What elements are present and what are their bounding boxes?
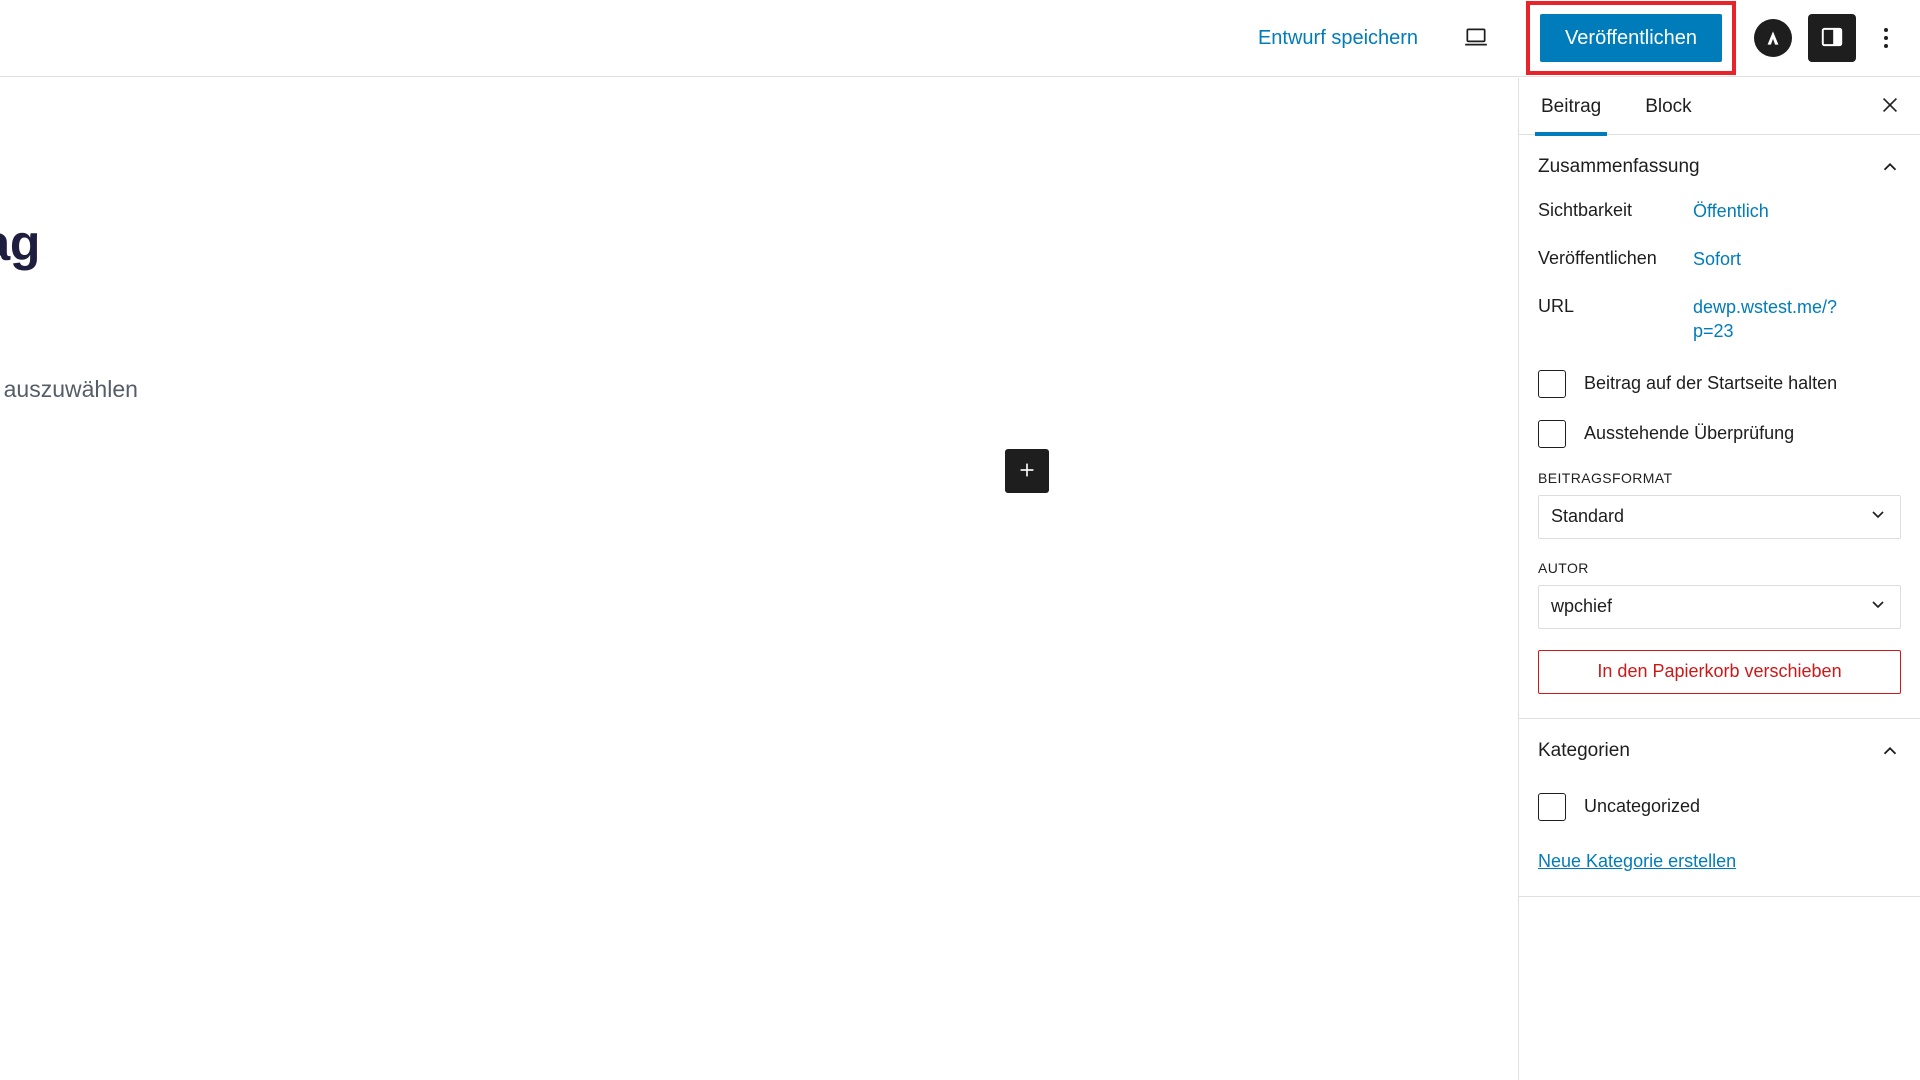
sidebar-tab-bar: Beitrag Block <box>1519 78 1920 136</box>
more-options-button[interactable] <box>1866 14 1906 62</box>
pending-review-row: Ausstehende Überprüfung <box>1538 419 1901 448</box>
sticky-post-checkbox[interactable] <box>1538 369 1566 398</box>
sticky-post-label[interactable]: Beitrag auf der Startseite halten <box>1584 373 1837 394</box>
pending-review-label[interactable]: Ausstehende Überprüfung <box>1584 423 1794 444</box>
categories-panel-header[interactable]: Kategorien <box>1538 719 1901 783</box>
add-block-button[interactable] <box>1005 449 1049 493</box>
post-title-field[interactable]: t Beitrag <box>0 213 940 273</box>
summary-panel-title: Zusammenfassung <box>1538 156 1700 177</box>
laptop-preview-icon <box>1463 24 1489 53</box>
post-format-select[interactable]: Standard <box>1538 494 1901 539</box>
header-actions-group: Entwurf speichern Veröffentlichen <box>1246 0 1920 76</box>
close-sidebar-button[interactable] <box>1866 82 1914 130</box>
chevron-up-icon[interactable] <box>1879 156 1901 178</box>
publish-date-row: Veröffentlichen Sofort <box>1538 247 1901 273</box>
publish-date-label: Veröffentlichen <box>1538 248 1657 268</box>
visibility-row: Sichtbarkeit Öffentlich <box>1538 199 1901 225</box>
move-to-trash-button[interactable]: In den Papierkorb verschieben <box>1538 649 1901 694</box>
summary-panel: Zusammenfassung Sichtbarkeit Öffentlich … <box>1519 135 1920 719</box>
categories-panel-title: Kategorien <box>1538 739 1630 761</box>
close-icon <box>1879 94 1901 119</box>
publish-button-highlight-annotation: Veröffentlichen <box>1526 1 1736 75</box>
visibility-value-button[interactable]: Öffentlich <box>1693 199 1769 223</box>
author-label: AUTOR <box>1538 559 1589 576</box>
preview-button[interactable] <box>1452 14 1500 62</box>
add-new-category-button[interactable]: Neue Kategorie erstellen <box>1538 851 1736 872</box>
editor-header-toolbar: Entwurf speichern Veröffentlichen <box>0 0 1920 77</box>
astra-logo-icon[interactable] <box>1754 19 1792 57</box>
settings-sidebar-toggle-button[interactable] <box>1808 14 1856 62</box>
visibility-label: Sichtbarkeit <box>1538 200 1633 220</box>
category-label[interactable]: Uncategorized <box>1584 796 1700 817</box>
save-draft-button[interactable]: Entwurf speichern <box>1246 20 1430 56</box>
sticky-post-row: Beitrag auf der Startseite halten <box>1538 369 1901 398</box>
categories-panel: Kategorien Uncategorized Neue Kategorie … <box>1519 719 1920 897</box>
category-checkbox[interactable] <box>1538 792 1566 821</box>
post-format-select-wrap: Standard <box>1538 494 1901 539</box>
author-select[interactable]: wpchief <box>1538 584 1901 629</box>
plus-icon <box>1016 459 1038 484</box>
settings-sidebar: Beitrag Block Zusammenfassung Sichtbarke… <box>1518 78 1920 1080</box>
editor-canvas: t Beitrag um einen Block auszuwählen <box>0 78 1518 1080</box>
wordpress-block-editor: Entwurf speichern Veröffentlichen g ausz… <box>0 0 1920 1080</box>
author-select-wrap: wpchief <box>1538 584 1901 629</box>
more-vertical-icon <box>1884 28 1888 48</box>
block-placeholder-text[interactable]: um einen Block auszuwählen <box>0 376 138 403</box>
url-value-button[interactable]: dewp.wstest.me/?p=23 <box>1693 295 1843 344</box>
publish-date-value-button[interactable]: Sofort <box>1693 247 1741 271</box>
url-row: URL dewp.wstest.me/?p=23 <box>1538 295 1901 344</box>
tab-block[interactable]: Block <box>1623 78 1713 135</box>
pending-review-checkbox[interactable] <box>1538 419 1566 448</box>
summary-panel-header[interactable]: Zusammenfassung <box>1538 135 1901 199</box>
chevron-up-icon[interactable] <box>1879 740 1901 762</box>
category-item-uncategorized: Uncategorized <box>1538 792 1901 821</box>
url-label: URL <box>1538 296 1575 316</box>
publish-button[interactable]: Veröffentlichen <box>1540 14 1722 62</box>
post-format-label: BEITRAGSFORMAT <box>1538 469 1673 486</box>
tab-beitrag[interactable]: Beitrag <box>1519 78 1623 136</box>
sidebar-panel-icon <box>1819 24 1845 53</box>
